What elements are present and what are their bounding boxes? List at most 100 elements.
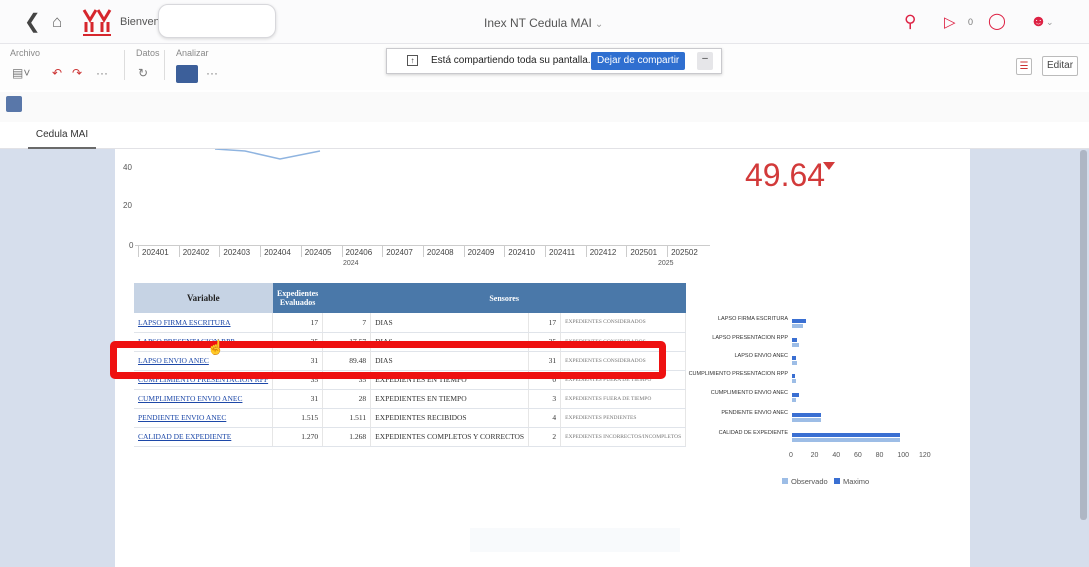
table-row: CUMPLIMIENTO ENVIO ANEC 31 28 EXPEDIENTES E… [134,389,687,409]
variable-link[interactable]: PENDIENTE ENVIO ANEC [134,408,274,428]
x-divider [219,245,221,257]
evaluados-cell: 17 [272,313,324,333]
bar-maximo [792,374,796,378]
refresh-icon[interactable]: ↻ [138,66,148,80]
user-chevron-icon[interactable]: ⌄ [1046,17,1054,28]
x-period-label: 202407 [386,248,413,257]
back-icon[interactable]: ❮ [24,12,41,32]
bar-x-tick: 80 [875,452,884,459]
bar-x-tick: 60 [854,452,862,459]
bar-category-label: LAPSO PRESENTACION RPP [712,335,788,341]
unit-cell: EXPEDIENTES EN TIEMPO [370,389,530,409]
evaluados-cell: 31 [272,389,324,409]
header-sensores: Sensores [322,283,686,313]
bar-observado [792,418,822,422]
detail-cell: EXPEDIENTES INCORRECTOS/INCOMPLETOS [560,427,687,447]
x-year: 2024 [343,260,359,267]
share-message: Está compartiendo toda su pantalla. [431,55,591,66]
detail-cell: EXPEDIENTES FUERA DE TIEMPO [560,389,687,409]
x-period-label: 202412 [589,248,617,257]
top-bar: ❮ ⌂ Bienvenido: Inex NT Cedula MAI ⌄ ⚲ ▷ … [0,0,1089,44]
x-divider [341,245,343,257]
infonavit-logo[interactable] [80,6,114,38]
bar-observado [792,324,803,328]
bar-x-tick: 20 [810,452,819,459]
count-cell: 4 [528,408,562,428]
undo-icon[interactable]: ↶ [52,66,62,80]
unit-cell: EXPEDIENTES COMPLETOS Y CORRECTOS [370,427,530,447]
stop-sharing-button[interactable]: Dejar de compartir [591,52,686,70]
chevron-down-icon: ⌄ [594,19,604,30]
analizar-label[interactable]: Analizar [176,48,209,58]
legend-swatch-maximo [833,478,840,484]
app-title[interactable]: Inex NT Cedula MAI ⌄ [484,16,603,30]
share-users-icon[interactable]: ◯ [988,12,1006,32]
redo-icon[interactable]: ↷ [72,66,82,80]
value-cell: 7 [322,313,372,333]
panel-toggle-icon[interactable] [6,96,22,112]
x-divider [585,245,587,257]
bar-observado [792,379,797,383]
table-row: LAPSO FIRMA ESCRITURA 17 7 DIAS 17 EXPEDIENTE… [134,313,687,333]
vertical-scrollbar[interactable] [1080,150,1087,520]
bar-x-tick: 100 [897,452,910,459]
bar-x-tick: 0 [789,452,793,459]
x-divider [463,245,465,257]
x-period-label: 202404 [264,248,291,257]
archivo-label[interactable]: Archivo [10,48,40,58]
unit-cell: EXPEDIENTES RECIBIDOS [370,408,530,428]
x-divider [260,245,262,257]
bar-maximo [792,356,797,360]
x-period-label: 202408 [426,248,454,257]
tab-cedula-mai[interactable]: Cedula MAI [28,122,96,149]
detail-cell: EXPEDIENTES CONSIDERADOS [560,313,687,333]
document-icon[interactable]: ☰ [1016,58,1032,75]
x-divider [178,245,180,257]
line-chart-top [214,149,321,160]
y-tick: 20 [123,201,132,210]
x-divider [504,245,506,257]
user-icon[interactable]: ☻ [1030,12,1047,32]
share-up-icon: ↑ [407,55,418,66]
bar-category-label: CUMPLIMIENTO PRESENTACION RPP [688,371,788,377]
x-divider [382,245,384,257]
bar-maximo [792,319,807,323]
legend-observado: Observado [791,477,828,486]
evaluados-cell: 1.270 [272,427,324,447]
down-arrow-icon [823,162,835,170]
edit-button[interactable]: Editar [1042,56,1078,76]
home-icon[interactable]: ⌂ [52,12,62,32]
x-period-label: 202502 [671,248,698,257]
variable-link[interactable]: CUMPLIMIENTO ENVIO ANEC [134,389,274,409]
bar-maximo [792,413,822,417]
analyze-icon[interactable] [176,65,198,83]
megaphone-icon[interactable]: ▷ [944,13,956,33]
divider [164,50,165,80]
save-icon[interactable]: ▤˅ [12,66,30,80]
variable-link[interactable]: LAPSO FIRMA ESCRITURA [134,313,274,333]
value-cell: 1.268 [322,427,372,447]
y-tick: 0 [129,241,134,250]
x-divider [667,245,669,257]
screen-share-bar: ↑ Está compartiendo toda su pantalla. De… [386,48,722,74]
welcome-user-field[interactable] [158,4,276,38]
legend-maximo: Maximo [842,477,870,486]
x-period-label: 202401 [142,248,169,257]
search-icon[interactable]: ⚲ [904,12,916,32]
variable-link[interactable]: CALIDAD DE EXPEDIENTE [134,427,274,447]
bar-category-label: CUMPLIMIENTO ENVIO ANEC [710,390,788,396]
value-cell: 1.511 [322,408,372,428]
bar-observado [792,361,798,365]
x-period-label: 202501 [630,248,658,257]
chart-legend: Observado Maximo [782,477,869,486]
x-period-label: 202402 [182,248,210,257]
more-icon[interactable]: ··· [206,66,218,80]
highlight-box [110,341,666,379]
minimize-share-button[interactable]: – [697,52,713,70]
legend-swatch-observado [782,478,788,484]
count-cell: 2 [528,427,562,447]
bar-x-tick: 120 [919,452,931,459]
datos-label[interactable]: Datos [136,48,160,58]
bar-x-tick: 40 [832,452,841,459]
more-icon[interactable]: ··· [96,66,108,80]
